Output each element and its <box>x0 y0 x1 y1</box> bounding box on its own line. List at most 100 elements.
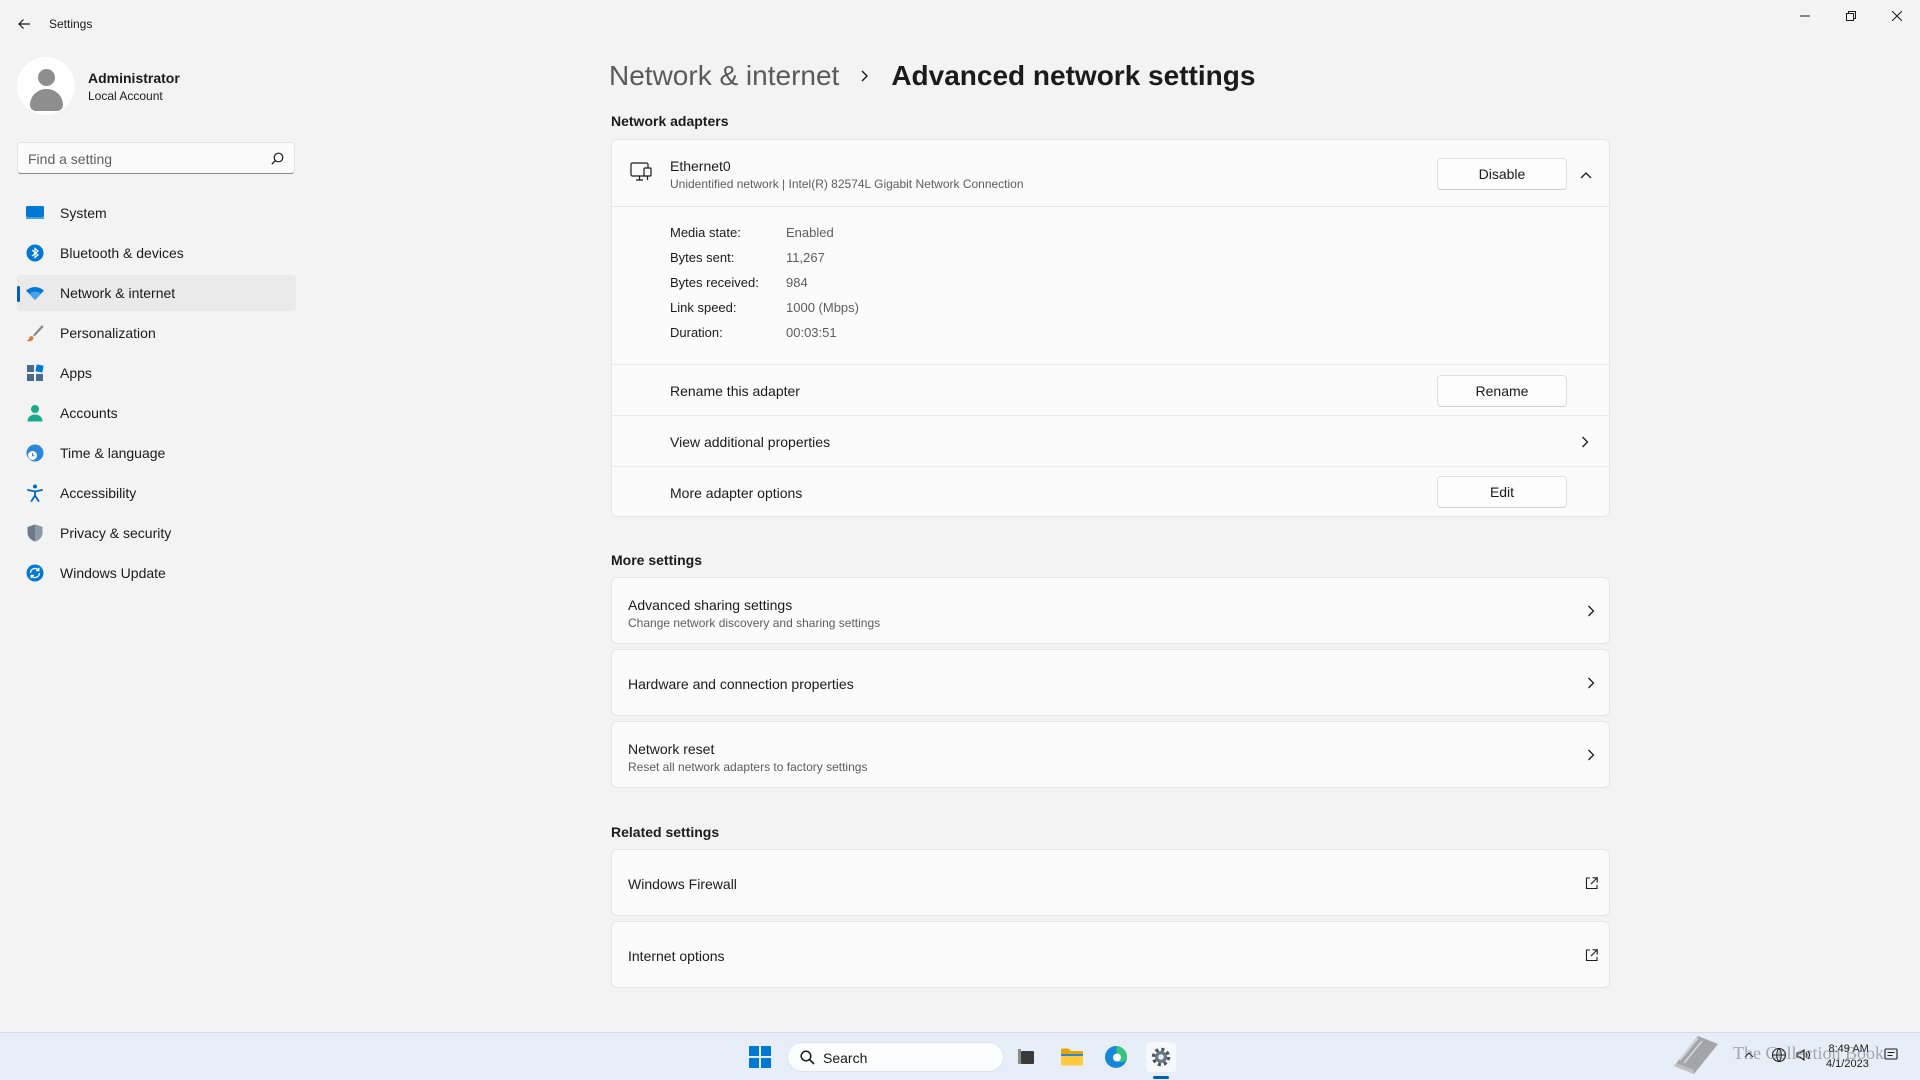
property-value: 00:03:51 <box>786 325 837 340</box>
title-bar: Settings <box>0 0 1920 48</box>
sidebar-item-personalization[interactable]: Personalization <box>17 315 296 351</box>
watermark-text: The Collection Book <box>1733 1043 1884 1063</box>
setting-title: Windows Firewall <box>628 876 737 892</box>
collapse-button[interactable] <box>1575 164 1597 186</box>
view-additional-properties-label: View additional properties <box>670 434 831 450</box>
taskbar-search[interactable]: Search <box>787 1042 1004 1072</box>
property-row-media-state: Media state: Enabled <box>670 225 1070 250</box>
file-explorer-button[interactable] <box>1057 1042 1087 1072</box>
gear-icon <box>1151 1047 1171 1067</box>
system-icon <box>26 204 44 222</box>
minimize-icon <box>1800 15 1810 17</box>
wifi-icon <box>26 284 44 302</box>
adapter-header[interactable]: Ethernet0 Unidentified network | Intel(R… <box>612 140 1609 207</box>
setting-description: Change network discovery and sharing set… <box>628 616 881 630</box>
search-icon <box>800 1050 815 1065</box>
restore-icon <box>1846 11 1856 21</box>
sidebar-item-accounts[interactable]: Accounts <box>17 395 296 431</box>
open-external-icon <box>1582 874 1600 892</box>
chevron-right-icon <box>1582 674 1600 692</box>
property-value: 11,267 <box>786 250 825 265</box>
apps-icon <box>26 364 44 382</box>
restore-button[interactable] <box>1828 0 1874 32</box>
property-value: Enabled <box>786 225 834 240</box>
profile-account-type: Local Account <box>88 89 163 103</box>
start-button[interactable] <box>749 1046 771 1068</box>
property-row-bytes-received: Bytes received: 984 <box>670 275 1070 300</box>
page-title: Advanced network settings <box>891 60 1256 91</box>
disable-button[interactable]: Disable <box>1437 158 1567 190</box>
view-additional-properties-row[interactable]: View additional properties <box>612 415 1609 466</box>
network-reset[interactable]: Network reset Reset all network adapters… <box>611 721 1610 788</box>
taskbar-search-label: Search <box>823 1050 868 1066</box>
breadcrumb-parent[interactable]: Network & internet <box>609 60 839 92</box>
back-arrow-icon <box>18 19 30 29</box>
settings-app-button[interactable] <box>1146 1042 1176 1072</box>
person-icon <box>26 404 44 422</box>
sidebar-item-label: Bluetooth & devices <box>60 245 184 261</box>
section-title-more-settings: More settings <box>611 552 703 568</box>
adapter-card: Ethernet0 Unidentified network | Intel(R… <box>611 139 1610 517</box>
setting-title: Network reset <box>628 741 715 757</box>
internet-options-link[interactable]: Internet options <box>611 921 1610 988</box>
chevron-up-icon <box>1580 172 1592 179</box>
windows-firewall-link[interactable]: Windows Firewall <box>611 849 1610 916</box>
shield-icon <box>26 524 44 542</box>
bluetooth-icon <box>26 244 44 262</box>
active-app-indicator <box>1153 1076 1169 1079</box>
hardware-connection-properties[interactable]: Hardware and connection properties <box>611 649 1610 716</box>
sidebar-item-bluetooth[interactable]: Bluetooth & devices <box>17 235 296 271</box>
sidebar-item-system[interactable]: System <box>17 195 296 231</box>
sidebar-item-label: Personalization <box>60 325 156 341</box>
property-key: Media state: <box>670 225 741 240</box>
adapter-properties: Media state: Enabled Bytes sent: 11,267 … <box>670 225 1070 350</box>
sidebar-item-privacy-security[interactable]: Privacy & security <box>17 515 296 551</box>
property-row-link-speed: Link speed: 1000 (Mbps) <box>670 300 1070 325</box>
settings-search[interactable] <box>17 142 295 174</box>
breadcrumb: Network & internet Advanced network sett… <box>609 56 1255 96</box>
app-title: Settings <box>49 17 93 31</box>
sidebar-item-network[interactable]: Network & internet <box>17 275 296 311</box>
user-profile[interactable]: Administrator Local Account <box>17 57 297 117</box>
brush-icon <box>26 324 44 342</box>
taskbar: Search 8:49 AM 4/1/2023 <box>0 1032 1920 1080</box>
close-button[interactable] <box>1874 0 1920 32</box>
minimize-button[interactable] <box>1782 0 1828 32</box>
rename-button[interactable]: Rename <box>1437 375 1567 407</box>
profile-name: Administrator <box>88 70 180 86</box>
task-view-icon <box>1018 1049 1034 1064</box>
rename-adapter-label: Rename this adapter <box>670 383 800 399</box>
sidebar-item-label: Windows Update <box>60 565 166 581</box>
ethernet-adapter-icon <box>630 161 652 188</box>
breadcrumb-chevron-icon <box>859 69 869 83</box>
property-row-bytes-sent: Bytes sent: 11,267 <box>670 250 1070 275</box>
property-key: Bytes received: <box>670 275 759 290</box>
sidebar-item-label: Privacy & security <box>60 525 172 541</box>
advanced-sharing-settings[interactable]: Advanced sharing settings Change network… <box>611 577 1610 644</box>
edit-button[interactable]: Edit <box>1437 476 1567 508</box>
setting-title: Advanced sharing settings <box>628 597 793 613</box>
sidebar-item-accessibility[interactable]: Accessibility <box>17 475 296 511</box>
property-row-duration: Duration: 00:03:51 <box>670 325 1070 350</box>
more-adapter-options-label: More adapter options <box>670 485 803 501</box>
property-value: 1000 (Mbps) <box>786 300 859 315</box>
back-button[interactable] <box>12 12 36 36</box>
task-view-button[interactable] <box>1012 1042 1042 1072</box>
sidebar-item-label: Time & language <box>60 445 166 461</box>
search-input[interactable] <box>28 149 258 169</box>
property-value: 984 <box>786 275 808 290</box>
sidebar-item-label: Network & internet <box>60 285 176 301</box>
sidebar-item-windows-update[interactable]: Windows Update <box>17 555 296 591</box>
sidebar-item-label: Apps <box>60 365 92 381</box>
property-key: Bytes sent: <box>670 250 735 265</box>
section-title-network-adapters: Network adapters <box>611 113 729 129</box>
setting-title: Internet options <box>628 948 725 964</box>
sidebar-item-time-language[interactable]: Time & language <box>17 435 296 471</box>
avatar <box>17 57 75 115</box>
accessibility-icon <box>26 484 44 502</box>
open-external-icon <box>1582 946 1600 964</box>
edge-button[interactable] <box>1101 1042 1131 1072</box>
sidebar-item-label: Accounts <box>60 405 118 421</box>
sidebar-item-apps[interactable]: Apps <box>17 355 296 391</box>
chevron-right-icon <box>1575 432 1595 452</box>
